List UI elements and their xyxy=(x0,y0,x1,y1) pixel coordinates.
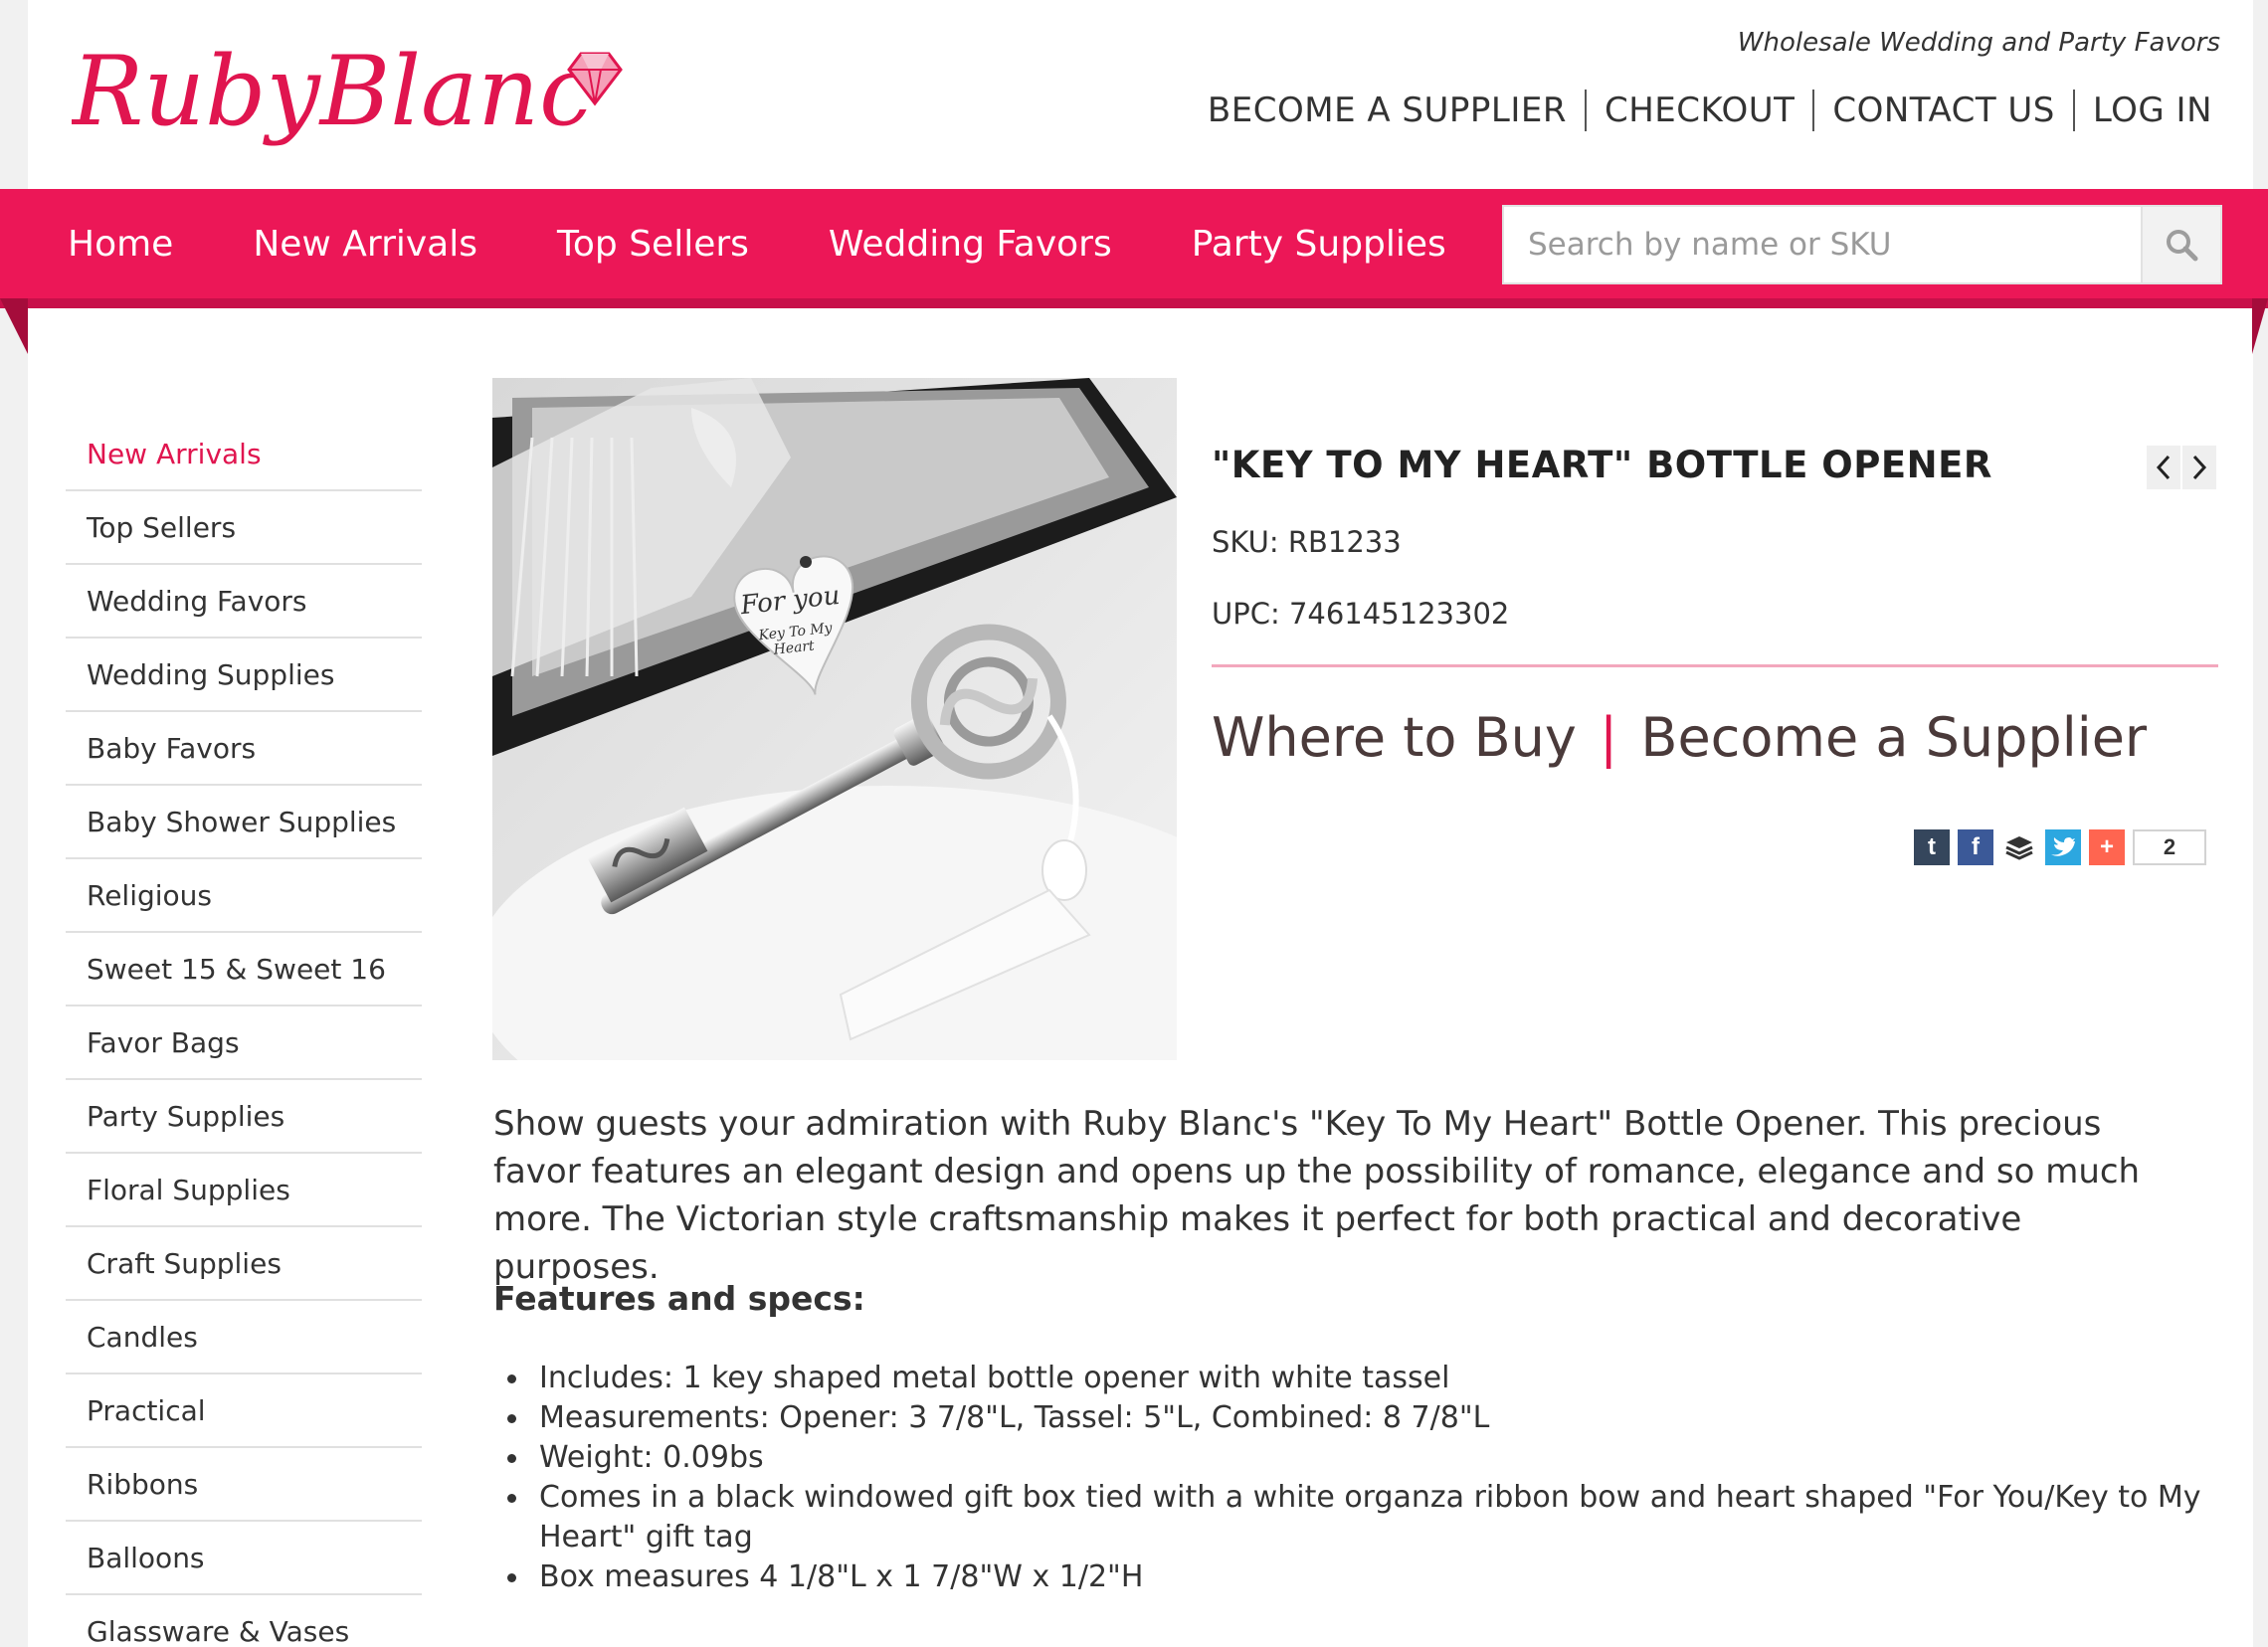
log-in-link[interactable]: LOG IN xyxy=(2075,91,2212,130)
ribbon-fold-left xyxy=(0,298,28,354)
previous-product-button[interactable] xyxy=(2147,446,2180,489)
link-separator: | xyxy=(1600,706,1618,769)
sidebar-item-sweet-15-16[interactable]: Sweet 15 & Sweet 16 xyxy=(66,933,422,1006)
list-item: Box measures 4 1/8"L x 1 7/8"W x 1/2"H xyxy=(493,1557,2224,1597)
list-item: Measurements: Opener: 3 7/8"L, Tassel: 5… xyxy=(493,1398,2224,1438)
contact-us-link[interactable]: CONTACT US xyxy=(1814,91,2073,130)
sidebar-item-ribbons[interactable]: Ribbons xyxy=(66,1448,422,1522)
sidebar-item-baby-shower-supplies[interactable]: Baby Shower Supplies xyxy=(66,786,422,859)
list-item: Includes: 1 key shaped metal bottle open… xyxy=(493,1359,2224,1398)
chevron-left-icon xyxy=(2156,455,2171,480)
sidebar-item-balloons[interactable]: Balloons xyxy=(66,1522,422,1595)
share-count: 2 xyxy=(2133,829,2206,865)
category-sidebar: New Arrivals Top Sellers Wedding Favors … xyxy=(66,418,422,1647)
share-bar: t f + 2 xyxy=(1914,829,2206,865)
info-divider xyxy=(1212,664,2218,667)
ribbon-fold-right xyxy=(2252,298,2268,354)
sidebar-item-glassware-vases[interactable]: Glassware & Vases xyxy=(66,1595,422,1647)
sidebar-item-party-supplies[interactable]: Party Supplies xyxy=(66,1080,422,1154)
sidebar-item-wedding-supplies[interactable]: Wedding Supplies xyxy=(66,639,422,712)
facebook-icon[interactable]: f xyxy=(1958,829,1993,865)
sidebar-item-baby-favors[interactable]: Baby Favors xyxy=(66,712,422,786)
become-supplier-product-link[interactable]: Become a Supplier xyxy=(1640,706,2147,769)
where-to-buy-link[interactable]: Where to Buy xyxy=(1212,706,1577,769)
search-input[interactable] xyxy=(1504,207,2141,282)
product-title: "KEY TO MY HEART" BOTTLE OPENER xyxy=(1212,444,1992,486)
product-image[interactable]: For you Key To My Heart xyxy=(492,378,1177,1060)
product-pager xyxy=(2145,446,2216,489)
search-icon xyxy=(2167,230,2198,262)
addthis-icon[interactable]: + xyxy=(2089,829,2125,865)
nav-wedding-favors[interactable]: Wedding Favors xyxy=(829,224,1112,265)
list-item: Weight: 0.09bs xyxy=(493,1438,2224,1478)
chevron-right-icon xyxy=(2192,455,2207,480)
tumblr-icon[interactable]: t xyxy=(1914,829,1950,865)
tagline: Wholesale Wedding and Party Favors xyxy=(1737,28,2220,58)
nav-party-supplies[interactable]: Party Supplies xyxy=(1192,224,1446,265)
search-button[interactable] xyxy=(2141,207,2220,282)
buffer-icon[interactable] xyxy=(2001,829,2037,865)
become-supplier-link[interactable]: BECOME A SUPPLIER xyxy=(1190,91,1585,130)
list-item: Comes in a black windowed gift box tied … xyxy=(493,1478,2224,1557)
product-description: Show guests your admiration with Ruby Bl… xyxy=(493,1104,2141,1287)
main-nav: Home New Arrivals Top Sellers Wedding Fa… xyxy=(68,189,1526,298)
nav-home[interactable]: Home xyxy=(68,224,173,265)
twitter-icon[interactable] xyxy=(2045,829,2081,865)
nav-bar-shadow xyxy=(0,298,2268,308)
next-product-button[interactable] xyxy=(2182,446,2216,489)
sidebar-item-candles[interactable]: Candles xyxy=(66,1301,422,1374)
specs-list: Includes: 1 key shaped metal bottle open… xyxy=(493,1359,2224,1597)
sidebar-item-floral-supplies[interactable]: Floral Supplies xyxy=(66,1154,422,1227)
sidebar-item-practical[interactable]: Practical xyxy=(66,1374,422,1448)
svg-text:RubyBlanc: RubyBlanc xyxy=(72,36,593,147)
sidebar-item-new-arrivals[interactable]: New Arrivals xyxy=(66,418,422,491)
buy-links: Where to Buy | Become a Supplier xyxy=(1212,706,2147,769)
sidebar-item-craft-supplies[interactable]: Craft Supplies xyxy=(66,1227,422,1301)
sidebar-item-religious[interactable]: Religious xyxy=(66,859,422,933)
nav-new-arrivals[interactable]: New Arrivals xyxy=(253,224,477,265)
nav-top-sellers[interactable]: Top Sellers xyxy=(557,224,749,265)
rubyblanc-logo[interactable]: RubyBlanc xyxy=(72,30,629,179)
sidebar-item-wedding-favors[interactable]: Wedding Favors xyxy=(66,565,422,639)
features-heading: Features and specs: xyxy=(493,1279,865,1318)
search-box xyxy=(1502,205,2222,284)
product-upc: UPC: 746145123302 xyxy=(1212,597,1510,631)
sidebar-item-favor-bags[interactable]: Favor Bags xyxy=(66,1006,422,1080)
top-nav: BECOME A SUPPLIER CHECKOUT CONTACT US LO… xyxy=(1190,90,2212,131)
sidebar-item-top-sellers[interactable]: Top Sellers xyxy=(66,491,422,565)
checkout-link[interactable]: CHECKOUT xyxy=(1587,91,1812,130)
product-sku: SKU: RB1233 xyxy=(1212,525,1402,559)
